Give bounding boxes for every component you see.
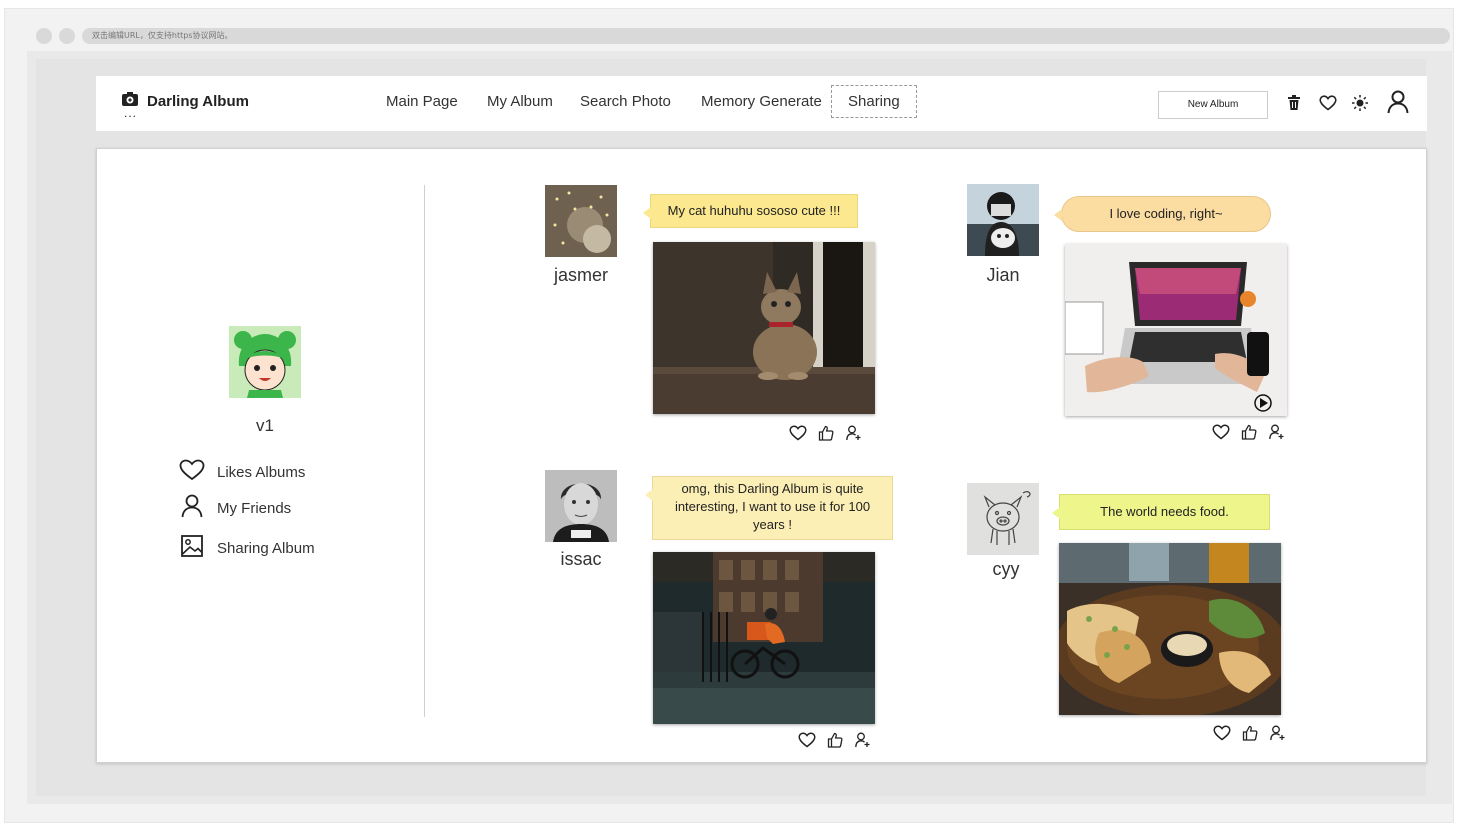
- panel-divider: [424, 185, 425, 717]
- post-actions: [798, 731, 872, 749]
- heart-icon[interactable]: [798, 731, 816, 749]
- sidebar-item-label: Sharing Album: [217, 539, 315, 557]
- sharing-panel: v1 Likes Albums My Friends Sharing Album…: [96, 148, 1427, 763]
- image-icon: [179, 534, 205, 562]
- post-photo[interactable]: [653, 552, 875, 724]
- brand[interactable]: Darling Album: [121, 91, 249, 111]
- trash-icon[interactable]: [1283, 92, 1305, 114]
- thumbs-up-icon[interactable]: [1241, 724, 1259, 742]
- sidebar-item-label: My Friends: [217, 499, 292, 517]
- user-avatar[interactable]: [545, 470, 617, 542]
- heart-icon[interactable]: [789, 424, 807, 442]
- url-bar[interactable]: 双击编辑URL，仅支持https协议网站。: [82, 28, 1450, 44]
- nav-main-page[interactable]: Main Page: [386, 93, 458, 110]
- add-friend-icon[interactable]: [1269, 724, 1287, 742]
- thumbs-up-icon[interactable]: [826, 731, 844, 749]
- thumbs-up-icon[interactable]: [1240, 423, 1258, 441]
- heart-icon: [179, 459, 205, 485]
- profile-username: v1: [256, 416, 274, 435]
- user-icon[interactable]: [1386, 90, 1410, 114]
- user-avatar[interactable]: [545, 185, 617, 257]
- sidebar-item-label: Likes Albums: [217, 463, 306, 481]
- window-dot[interactable]: [36, 28, 52, 44]
- add-friend-icon[interactable]: [1268, 423, 1286, 441]
- user-avatar[interactable]: [967, 483, 1039, 555]
- post-actions: [789, 424, 863, 442]
- heart-icon[interactable]: [1317, 92, 1339, 114]
- sidebar-item-likes-albums[interactable]: Likes Albums: [179, 459, 305, 485]
- profile-avatar[interactable]: [229, 326, 301, 398]
- browser-toolbar: 双击编辑URL，仅支持https协议网站。: [27, 21, 1452, 51]
- nav-memory-generate[interactable]: Memory Generate: [701, 93, 822, 110]
- comment-bubble: My cat huhuhu sososo cute !!!: [643, 194, 858, 228]
- sidebar-item-sharing-album[interactable]: Sharing Album: [179, 534, 315, 562]
- post-photo[interactable]: [1065, 244, 1287, 416]
- user-avatar[interactable]: [967, 184, 1039, 256]
- post-username[interactable]: jasmer: [545, 265, 617, 286]
- add-friend-icon[interactable]: [845, 424, 863, 442]
- nav-sharing[interactable]: Sharing: [831, 85, 917, 118]
- new-album-button[interactable]: New Album: [1158, 91, 1268, 119]
- sidebar-item-my-friends[interactable]: My Friends: [179, 494, 291, 522]
- sun-icon[interactable]: [1349, 92, 1371, 114]
- nav-search-photo[interactable]: Search Photo: [580, 93, 671, 110]
- post-username[interactable]: cyy: [970, 559, 1042, 580]
- add-friend-icon[interactable]: [854, 731, 872, 749]
- comment-bubble: The world needs food.: [1052, 494, 1270, 530]
- nav-my-album[interactable]: My Album: [487, 93, 553, 110]
- user-icon: [179, 494, 205, 522]
- post-actions: [1212, 423, 1286, 441]
- comment-bubble: omg, this Darling Album is quite interes…: [645, 476, 893, 540]
- post-username[interactable]: Jian: [967, 265, 1039, 286]
- thumbs-up-icon[interactable]: [817, 424, 835, 442]
- heart-icon[interactable]: [1213, 724, 1231, 742]
- post-actions: [1213, 724, 1287, 742]
- post-photo[interactable]: [653, 242, 875, 414]
- brand-name: Darling Album: [147, 92, 249, 110]
- top-navbar: Darling Album ... Main Page My Album Sea…: [96, 76, 1427, 131]
- window-dot[interactable]: [59, 28, 75, 44]
- heart-icon[interactable]: [1212, 423, 1230, 441]
- comment-bubble: I love coding, right~: [1054, 196, 1271, 232]
- post-username[interactable]: issac: [545, 549, 617, 570]
- brand-more-dots[interactable]: ...: [124, 106, 137, 120]
- post-photo[interactable]: [1059, 543, 1281, 715]
